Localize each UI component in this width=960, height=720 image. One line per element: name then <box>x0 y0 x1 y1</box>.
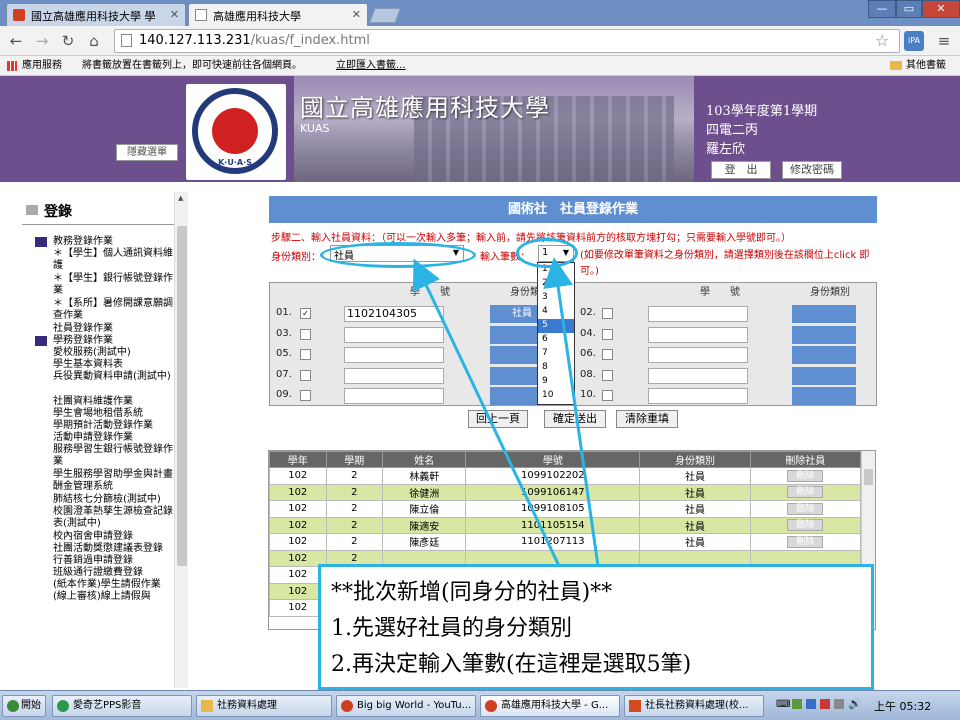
arrow-to-count <box>543 257 600 567</box>
task-pps[interactable]: 愛奇艺PPS影音 <box>52 695 192 717</box>
network-icon[interactable] <box>834 699 844 709</box>
clock[interactable]: 上午 05:32 <box>874 698 931 714</box>
pps-app-icon <box>57 700 69 712</box>
callout-line-1: **批次新增(同身分的社員)** <box>331 580 613 605</box>
folder-icon <box>201 700 213 712</box>
task-folder[interactable]: 社務資料處理 <box>196 695 332 717</box>
powerpoint-icon <box>629 700 641 712</box>
task-kuas[interactable]: 高雄應用科技大學 - G... <box>480 695 620 717</box>
windows-taskbar: 開始 愛奇艺PPS影音 社務資料處理 Big big World - YouTu… <box>0 690 960 720</box>
annotation-callout: **批次新增(同身分的社員)** 1.先選好社員的身分類別 2.再決定輸入筆數(… <box>318 564 874 690</box>
tray-icon[interactable] <box>820 699 830 709</box>
task-powerpoint[interactable]: 社長社務資料處理(校... <box>624 695 764 717</box>
task-youtube[interactable]: Big big World - YouTu... <box>336 695 476 717</box>
windows-logo-icon <box>7 700 19 712</box>
arrow-to-type <box>412 258 562 569</box>
task-label: 社長社務資料處理(校... <box>645 700 749 711</box>
start-button[interactable]: 開始 <box>2 695 46 717</box>
chrome-icon <box>485 700 497 712</box>
tray-icon[interactable] <box>806 699 816 709</box>
task-label: 高雄應用科技大學 - G... <box>501 700 609 711</box>
callout-line-3: 2.再決定輸入筆數(在這裡是選取5筆) <box>331 652 692 677</box>
chrome-icon <box>341 700 353 712</box>
task-label: 社務資料處理 <box>217 700 277 711</box>
language-icon[interactable]: ⌨ <box>776 699 790 710</box>
start-label: 開始 <box>21 700 41 711</box>
callout-line-2: 1.先選好社員的身分類別 <box>331 616 572 641</box>
task-label: 愛奇艺PPS影音 <box>73 700 142 711</box>
task-label: Big big World - YouTu... <box>357 700 472 711</box>
tray-icon[interactable] <box>792 699 802 709</box>
volume-icon[interactable]: 🔊 <box>848 697 862 710</box>
